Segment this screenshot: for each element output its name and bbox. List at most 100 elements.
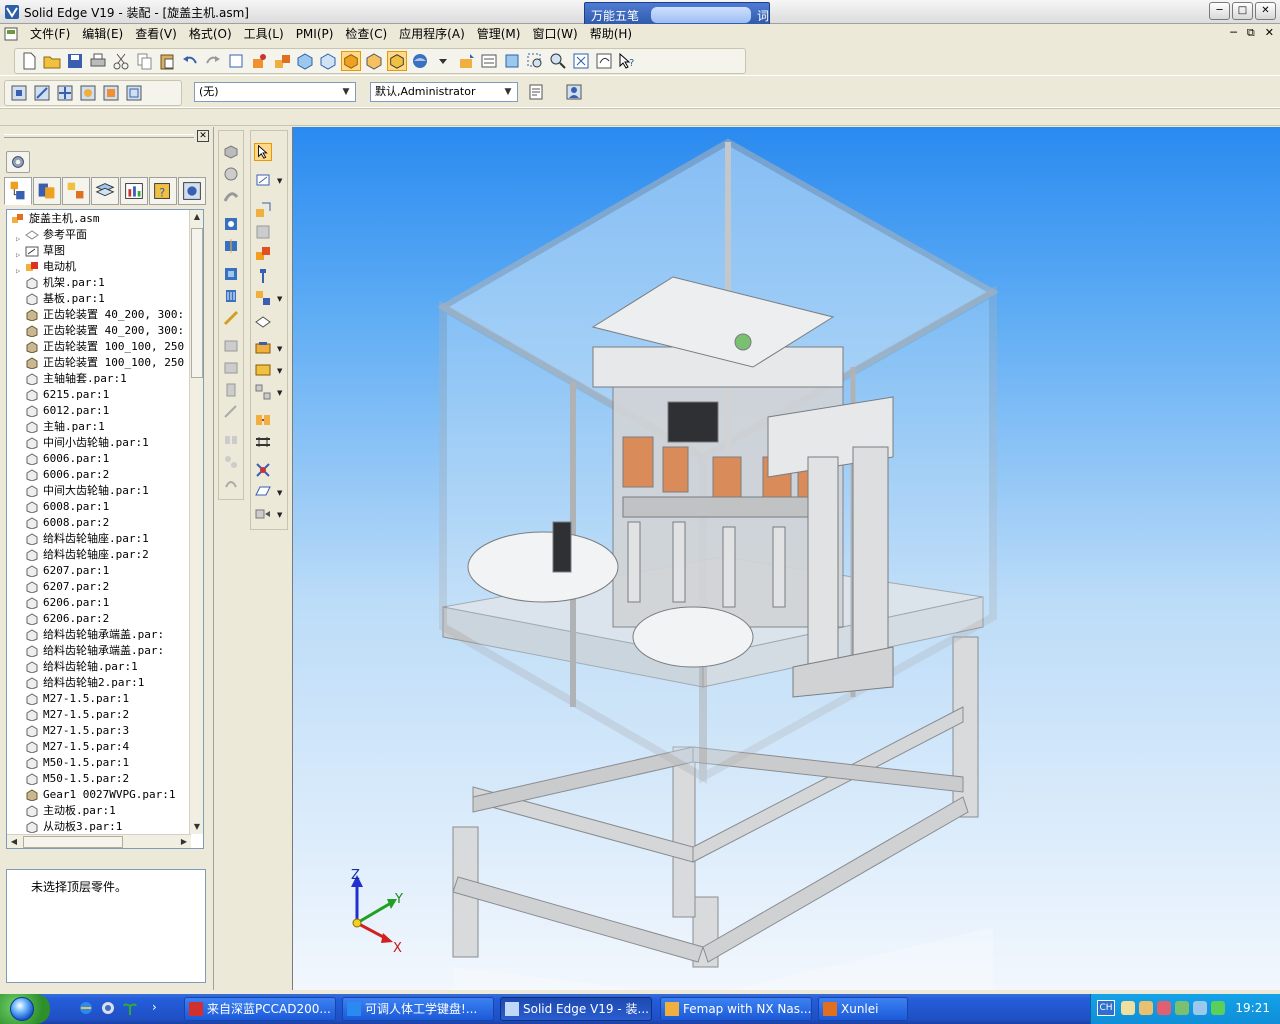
tree-item[interactable]: 给料齿轮轴承端盖.par: — [7, 627, 191, 643]
tree-item[interactable]: 正齿轮装置 40_200, 300: — [7, 307, 191, 323]
view-front-icon[interactable] — [318, 51, 338, 71]
place-part-icon[interactable] — [254, 201, 272, 219]
fit-view-icon[interactable] — [571, 51, 591, 71]
ime-status-bar[interactable]: 万能五笔 词 — [584, 2, 770, 26]
tree-item[interactable]: 6008.par:2 — [7, 515, 191, 531]
mirror-icon[interactable] — [222, 237, 240, 255]
scroll-up-icon[interactable]: ▲ — [190, 210, 203, 224]
tree-item[interactable]: ▷ 参考平面 — [7, 227, 191, 243]
tree-item[interactable]: 正齿轮装置 100_100, 250 — [7, 339, 191, 355]
tree-item[interactable]: 中间大齿轮轴.par:1 — [7, 483, 191, 499]
simulate-motor-icon[interactable] — [254, 361, 272, 379]
cut-icon[interactable] — [111, 51, 131, 71]
paste-icon[interactable] — [157, 51, 177, 71]
disabled-tool-2-icon[interactable] — [222, 359, 240, 377]
chevron-down-icon[interactable]: ▼ — [277, 389, 282, 397]
fastener-icon[interactable] — [254, 267, 272, 285]
frame-design-icon[interactable] — [254, 433, 272, 451]
tree-item[interactable]: 给料齿轮轴.par:1 — [7, 659, 191, 675]
menu-tools[interactable]: 工具(L) — [238, 25, 290, 43]
menu-view[interactable]: 查看(V) — [129, 25, 183, 43]
tree-item[interactable]: ▷ 草图 — [7, 243, 191, 259]
panel-close-button[interactable]: ✕ — [197, 130, 209, 142]
layer-combo[interactable]: (无) ▼ — [194, 82, 356, 102]
select-tool-icon[interactable] — [226, 51, 246, 71]
start-button[interactable] — [0, 994, 50, 1024]
tab-family-icon[interactable] — [62, 177, 90, 205]
tree-item[interactable]: 主动板.par:1 — [7, 803, 191, 819]
tree-item[interactable]: M50-1.5.par:1 — [7, 755, 191, 771]
scroll-down-icon[interactable]: ▼ — [190, 820, 203, 834]
expand-icon[interactable]: ▷ — [16, 231, 23, 243]
messenger-tray-icon[interactable] — [1157, 1001, 1171, 1015]
sweep-icon[interactable] — [222, 187, 240, 205]
tab-sensors-icon[interactable] — [120, 177, 148, 205]
tree-item[interactable]: 6008.par:1 — [7, 499, 191, 515]
tab-pathfinder-icon[interactable] — [4, 177, 32, 205]
ime-name[interactable]: 万能五笔 — [591, 7, 639, 24]
tree-item[interactable]: 给料齿轮轴座.par:2 — [7, 547, 191, 563]
reference-plane-icon[interactable] — [254, 313, 272, 331]
display-config-icon[interactable] — [254, 505, 272, 523]
tree-item[interactable]: Gear1 0027WVPG.par:1 — [7, 787, 191, 803]
tree-item[interactable]: 6206.par:2 — [7, 611, 191, 627]
zoom-icon[interactable] — [548, 51, 568, 71]
pathfinder-tree[interactable]: 旋盖主机.asm ▷ 参考平面 ▷ 草图 ▷ 电动机 机架.par:1 基板.par:1 正齿轮装… — [6, 209, 204, 849]
close-button[interactable]: ✕ — [1255, 2, 1276, 20]
draft-icon[interactable] — [222, 309, 240, 327]
assembly-relations-icon[interactable] — [272, 51, 292, 71]
rotate-view-icon[interactable] — [594, 51, 614, 71]
expand-icon[interactable]: ▷ — [16, 247, 23, 259]
pattern-icon[interactable] — [222, 265, 240, 283]
sketch-plane-icon[interactable] — [254, 483, 272, 501]
scroll-right-icon[interactable]: ▶ — [177, 835, 191, 848]
tree-item[interactable]: M27-1.5.par:1 — [7, 691, 191, 707]
doc-minimize-button[interactable]: ─ — [1230, 26, 1237, 40]
tree-item[interactable]: M27-1.5.par:3 — [7, 723, 191, 739]
zoom-area-icon[interactable] — [525, 51, 545, 71]
tree-item[interactable]: M27-1.5.par:2 — [7, 707, 191, 723]
scroll-left-icon[interactable]: ◀ — [7, 835, 21, 848]
new-file-icon[interactable] — [19, 51, 39, 71]
panel-drag-handle[interactable] — [4, 134, 194, 138]
tree-item[interactable]: 主轴.par:1 — [7, 419, 191, 435]
user-combo[interactable]: 默认,Administrator ▼ — [370, 82, 518, 102]
doc-restore-button[interactable]: ⧉ — [1247, 26, 1255, 40]
taskbar-button[interactable]: Solid Edge V19 - 装... — [500, 997, 652, 1021]
menu-pmi[interactable]: PMI(P) — [290, 25, 340, 43]
taskbar-button[interactable]: Xunlei — [818, 997, 908, 1021]
security-tray-icon[interactable] — [1211, 1001, 1225, 1015]
tree-item[interactable]: 6006.par:1 — [7, 451, 191, 467]
extrude-icon[interactable] — [222, 143, 240, 161]
assemble-icon[interactable] — [254, 245, 272, 263]
sphere-render-icon[interactable] — [410, 51, 430, 71]
user-settings-icon[interactable] — [564, 82, 584, 102]
save-icon[interactable] — [65, 51, 85, 71]
chevron-down-icon[interactable]: ▼ — [277, 511, 282, 519]
whats-this-help-icon[interactable]: ? — [617, 51, 637, 71]
disabled-tool-7-icon[interactable] — [222, 475, 240, 493]
chevron-down-icon[interactable] — [433, 51, 453, 71]
expand-icon[interactable]: ▷ — [16, 263, 23, 275]
graphics-viewport[interactable]: Z Y X — [292, 127, 1280, 990]
assembly-tool-3-icon[interactable] — [55, 83, 75, 103]
assembly-tool-2-icon[interactable] — [32, 83, 52, 103]
tree-hscroll-thumb[interactable] — [23, 836, 123, 848]
tree-item[interactable]: 从动板3.par:1 — [7, 819, 191, 835]
maximize-button[interactable]: □ — [1232, 2, 1253, 20]
tree-item[interactable]: 基板.par:1 — [7, 291, 191, 307]
menu-file[interactable]: 文件(F) — [24, 25, 76, 43]
tree-item[interactable]: 给料齿轮轴座.par:1 — [7, 531, 191, 547]
qq-tray-icon[interactable] — [1139, 1001, 1153, 1015]
visible-edges-icon[interactable] — [387, 51, 407, 71]
tree-item[interactable]: 6206.par:1 — [7, 595, 191, 611]
chevron-down-icon[interactable]: ▼ — [277, 367, 282, 375]
tree-item[interactable]: M50-1.5.par:2 — [7, 771, 191, 787]
assembly-tool-4-icon[interactable] — [78, 83, 98, 103]
tree-root-item[interactable]: 旋盖主机.asm — [7, 211, 191, 227]
assembly-tool-5-icon[interactable] — [101, 83, 121, 103]
solid-edge-app-icon[interactable] — [4, 4, 20, 20]
minimize-button[interactable]: ─ — [1209, 2, 1230, 20]
ime-tray-icon[interactable] — [1121, 1001, 1135, 1015]
tree-item[interactable]: 6215.par:1 — [7, 387, 191, 403]
